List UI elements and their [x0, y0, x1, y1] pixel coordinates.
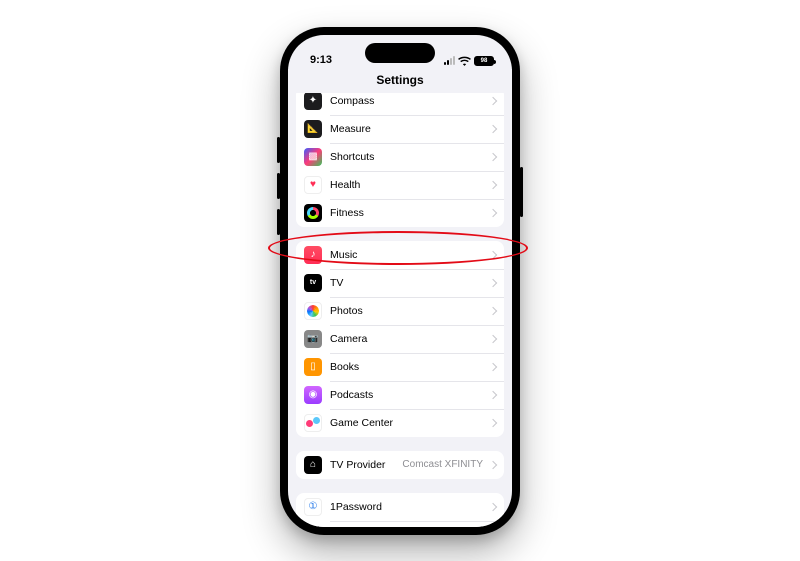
chevron-right-icon: [489, 124, 497, 132]
settings-row-label: 1Password: [330, 501, 486, 513]
settings-group-system-apps-1: ✦ Compass 📐 Measure ▩ Shortcuts ♥ Health: [296, 93, 504, 227]
settings-row-label: Fitness: [330, 207, 486, 219]
shortcuts-icon: ▩: [304, 148, 322, 166]
chevron-right-icon: [489, 362, 497, 370]
chevron-right-icon: [489, 278, 497, 286]
chevron-right-icon: [489, 208, 497, 216]
dynamic-island: [365, 43, 435, 63]
health-icon: ♥: [304, 176, 322, 194]
photos-icon: [304, 302, 322, 320]
chevron-right-icon: [489, 152, 497, 160]
settings-row-label: Health: [330, 179, 486, 191]
settings-row-label: Shortcuts: [330, 151, 486, 163]
fitness-icon: [304, 204, 322, 222]
camera-icon: 📷: [304, 330, 322, 348]
settings-group-tv-provider: ⌂ TV Provider Comcast XFINITY: [296, 451, 504, 479]
chevron-right-icon: [489, 502, 497, 510]
settings-row-camera[interactable]: 📷 Camera: [296, 325, 504, 353]
chevron-right-icon: [489, 180, 497, 188]
settings-list[interactable]: ✦ Compass 📐 Measure ▩ Shortcuts ♥ Health: [288, 93, 512, 527]
battery-level: 98: [481, 58, 488, 64]
settings-row-label: Books: [330, 361, 486, 373]
chevron-right-icon: [489, 96, 497, 104]
settings-row-compass[interactable]: ✦ Compass: [296, 93, 504, 115]
chevron-right-icon: [489, 334, 497, 342]
settings-row-label: Game Center: [330, 417, 486, 429]
settings-row-detail: Comcast XFINITY: [402, 459, 483, 470]
1password-icon: ①: [304, 498, 322, 516]
settings-row-measure[interactable]: 📐 Measure: [296, 115, 504, 143]
settings-row-gamecenter[interactable]: Game Center: [296, 409, 504, 437]
settings-row-health[interactable]: ♥ Health: [296, 171, 504, 199]
screen: 9:13 98 Settings ✦ Compass: [288, 35, 512, 527]
settings-row-label: Compass: [330, 95, 486, 107]
podcasts-icon: ◉: [304, 386, 322, 404]
settings-group-media-apps: ♪ Music tv TV Photos 📷 Camera: [296, 241, 504, 437]
settings-row-shortcuts[interactable]: ▩ Shortcuts: [296, 143, 504, 171]
settings-row-label: TV Provider: [330, 459, 402, 471]
settings-row-books[interactable]: ▯ Books: [296, 353, 504, 381]
nav-title: Settings: [288, 69, 512, 93]
tv-icon: tv: [304, 274, 322, 292]
settings-row-label: Camera: [330, 333, 486, 345]
settings-row-photos[interactable]: Photos: [296, 297, 504, 325]
iphone-device-frame: 9:13 98 Settings ✦ Compass: [280, 27, 520, 535]
books-icon: ▯: [304, 358, 322, 376]
settings-row-3dmark[interactable]: 3DMark Wild Life Extreme: [296, 521, 504, 527]
chevron-right-icon: [489, 250, 497, 258]
settings-row-label: Measure: [330, 123, 486, 135]
3dmark-icon: [304, 526, 322, 527]
chevron-right-icon: [489, 390, 497, 398]
settings-group-third-party: ① 1Password 3DMark Wild Life Extreme: [296, 493, 504, 527]
settings-row-label: Photos: [330, 305, 486, 317]
chevron-right-icon: [489, 460, 497, 468]
chevron-right-icon: [489, 418, 497, 426]
tvprovider-icon: ⌂: [304, 456, 322, 474]
music-icon: ♪: [304, 246, 322, 264]
cellular-signal-icon: [444, 56, 455, 65]
measure-icon: 📐: [304, 120, 322, 138]
settings-row-fitness[interactable]: Fitness: [296, 199, 504, 227]
settings-row-podcasts[interactable]: ◉ Podcasts: [296, 381, 504, 409]
compass-icon: ✦: [304, 93, 322, 110]
status-time: 9:13: [310, 54, 332, 66]
battery-icon: 98: [474, 56, 494, 66]
gamecenter-icon: [304, 414, 322, 432]
settings-row-label: Podcasts: [330, 389, 486, 401]
settings-row-1password[interactable]: ① 1Password: [296, 493, 504, 521]
settings-row-tv[interactable]: tv TV: [296, 269, 504, 297]
wifi-icon: [458, 56, 471, 66]
settings-row-label: TV: [330, 277, 486, 289]
status-indicators: 98: [444, 56, 494, 66]
settings-row-music[interactable]: ♪ Music: [296, 241, 504, 269]
settings-row-tvprovider[interactable]: ⌂ TV Provider Comcast XFINITY: [296, 451, 504, 479]
chevron-right-icon: [489, 306, 497, 314]
settings-row-label: Music: [330, 249, 486, 261]
